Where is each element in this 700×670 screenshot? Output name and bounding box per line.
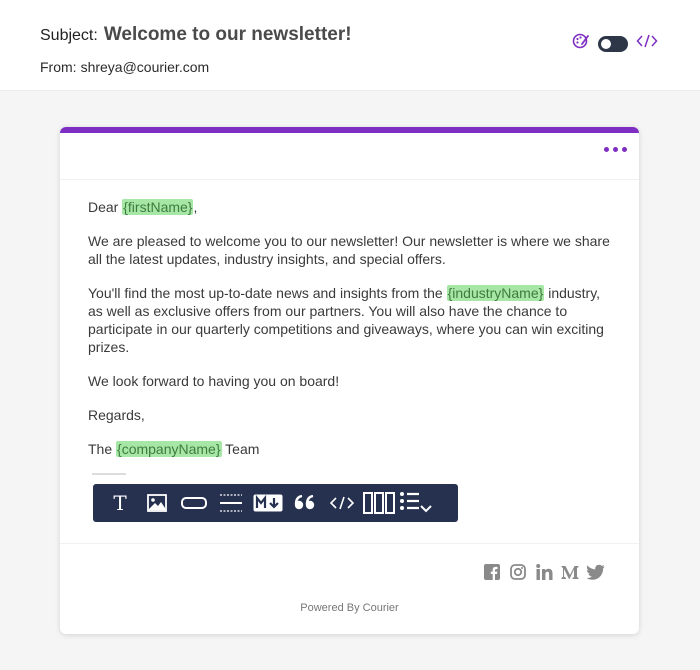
quote-block-icon[interactable] <box>286 484 323 522</box>
palette-icon[interactable] <box>572 32 590 55</box>
paragraph-welcome: We are pleased to welcome you to our new… <box>88 233 610 267</box>
image-block-icon[interactable] <box>138 484 175 522</box>
subject-row: Subject: Welcome to our newsletter! <box>40 24 352 46</box>
email-header: Subject: Welcome to our newsletter! From… <box>0 0 700 91</box>
drag-handle[interactable] <box>92 473 126 475</box>
text-block-icon[interactable]: T <box>101 484 138 522</box>
divider <box>60 543 639 544</box>
svg-text:T: T <box>113 493 127 513</box>
signoff: The {companyName} Team <box>88 440 613 458</box>
social-links <box>483 563 605 581</box>
more-options-icon[interactable] <box>604 147 627 152</box>
variable-industry-name[interactable]: {industryName} <box>446 285 545 301</box>
regards: Regards, <box>88 407 145 423</box>
twitter-icon[interactable] <box>587 563 605 581</box>
preview-toggle[interactable] <box>598 35 628 52</box>
markdown-block-icon[interactable] <box>249 484 286 522</box>
block-toolbar: T <box>93 484 458 522</box>
toggle-knob <box>601 38 611 49</box>
variable-first-name[interactable]: {firstName} <box>122 199 194 215</box>
para2-text: You'll find the most up-to-date news and… <box>88 285 447 301</box>
code-icon[interactable] <box>636 34 658 53</box>
email-card: Dear {firstName}, We are pleased to welc… <box>60 127 639 634</box>
greeting-suffix: , <box>193 199 198 215</box>
powered-by[interactable]: Powered By Courier <box>60 602 639 614</box>
subject-value[interactable]: Welcome to our newsletter! <box>104 24 352 46</box>
variable-company-name[interactable]: {companyName} <box>116 441 222 457</box>
from-row: From: shreya@courier.com <box>40 59 209 75</box>
greeting-text: Dear <box>88 199 123 215</box>
facebook-icon[interactable] <box>483 563 501 581</box>
divider <box>60 179 639 180</box>
instagram-icon[interactable] <box>509 563 527 581</box>
email-body[interactable]: Dear {firstName}, We are pleased to welc… <box>88 198 613 474</box>
from-value[interactable]: shreya@courier.com <box>81 59 210 75</box>
code-block-icon[interactable] <box>323 484 360 522</box>
divider-block-icon[interactable] <box>212 484 249 522</box>
action-button-block-icon[interactable] <box>175 484 212 522</box>
greeting: Dear {firstName}, <box>88 198 613 216</box>
subject-label: Subject: <box>40 27 98 44</box>
signoff-suffix: Team <box>221 441 260 457</box>
paragraph-closing: We look forward to having you on board! <box>88 373 340 389</box>
paragraph-details: You'll find the most up-to-date news and… <box>88 284 613 356</box>
signoff-text: The <box>88 441 117 457</box>
from-label: From: <box>40 59 77 75</box>
linkedin-icon[interactable] <box>535 563 553 581</box>
columns-block-icon[interactable] <box>360 484 397 522</box>
medium-icon[interactable] <box>561 563 579 581</box>
list-block-icon[interactable] <box>397 484 434 522</box>
brand-bar <box>60 127 639 133</box>
header-tools <box>572 32 658 55</box>
